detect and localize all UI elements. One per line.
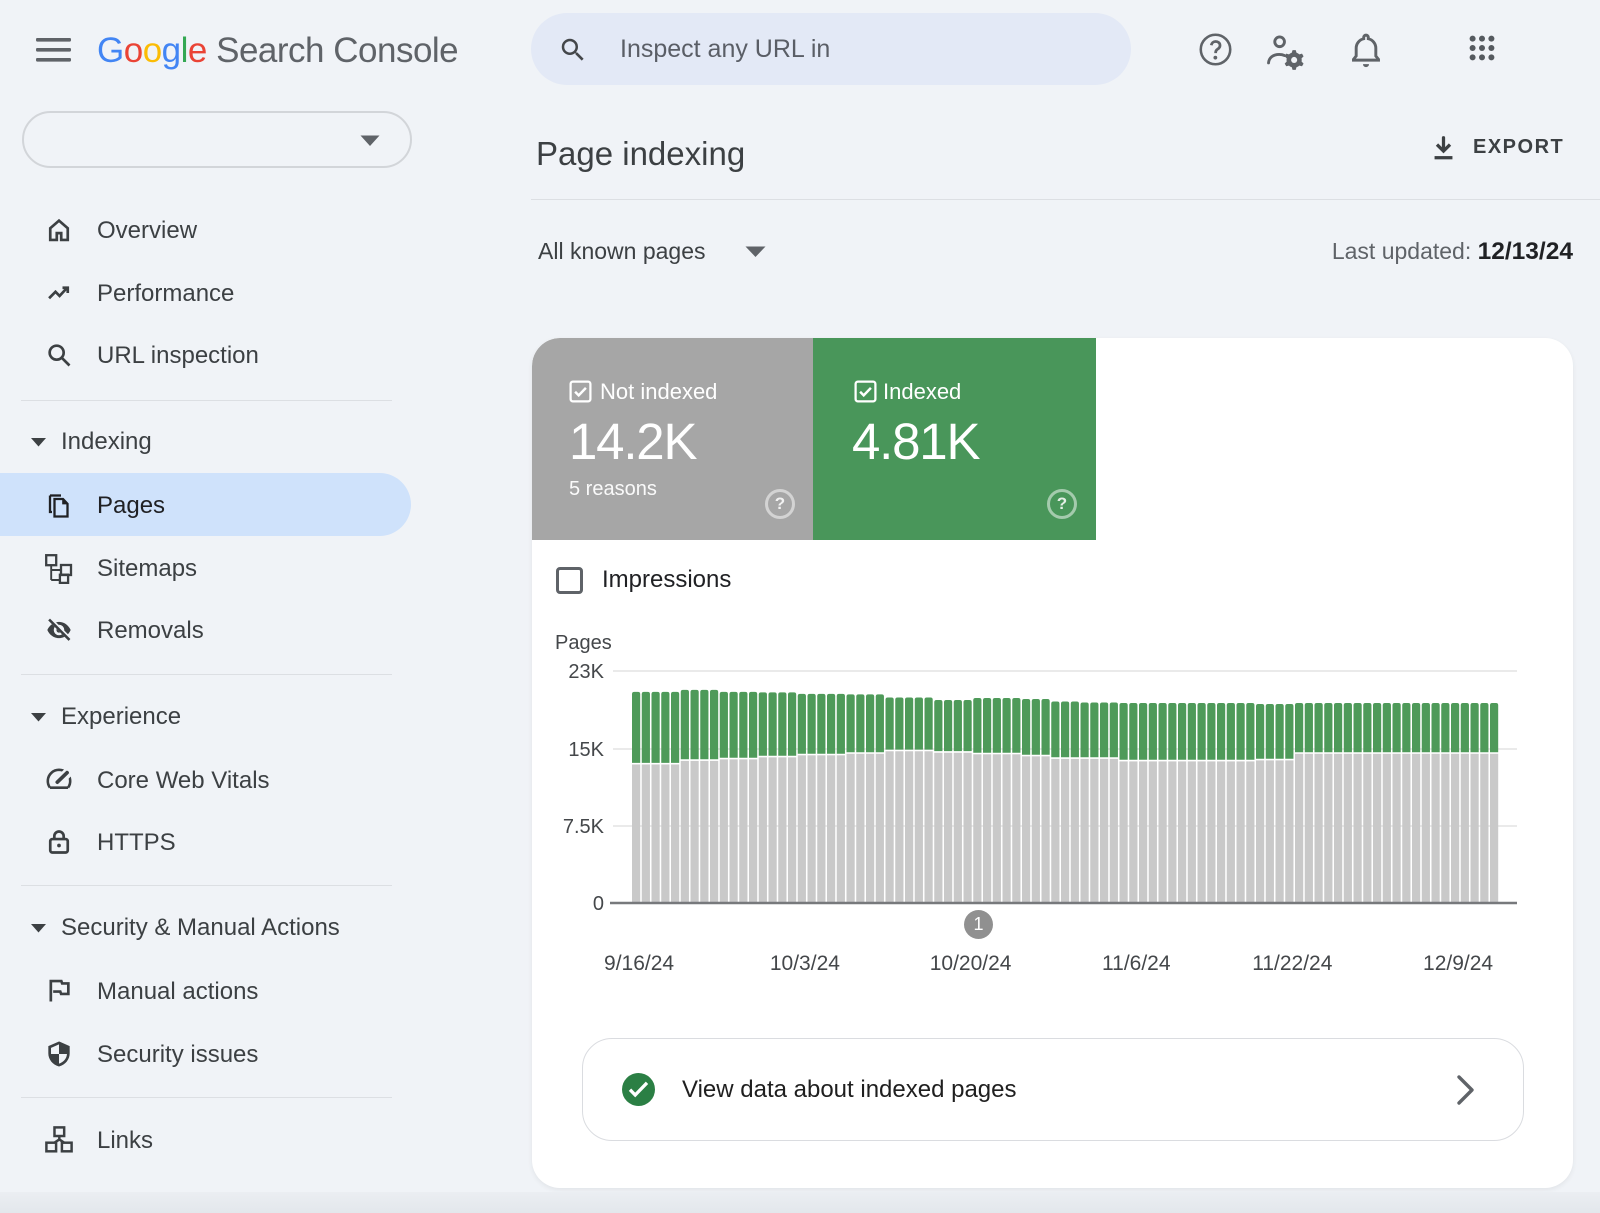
svg-text:10/3/24: 10/3/24: [770, 952, 840, 975]
svg-text:23K: 23K: [568, 661, 604, 683]
svg-text:7.5K: 7.5K: [563, 816, 605, 838]
svg-text:12/9/24: 12/9/24: [1423, 952, 1493, 975]
svg-text:11/22/24: 11/22/24: [1252, 952, 1333, 975]
svg-text:9/16/24: 9/16/24: [604, 952, 674, 975]
svg-text:15K: 15K: [568, 739, 604, 761]
svg-text:11/6/24: 11/6/24: [1102, 952, 1171, 975]
svg-text:10/20/24: 10/20/24: [930, 952, 1012, 975]
svg-text:0: 0: [593, 893, 604, 915]
